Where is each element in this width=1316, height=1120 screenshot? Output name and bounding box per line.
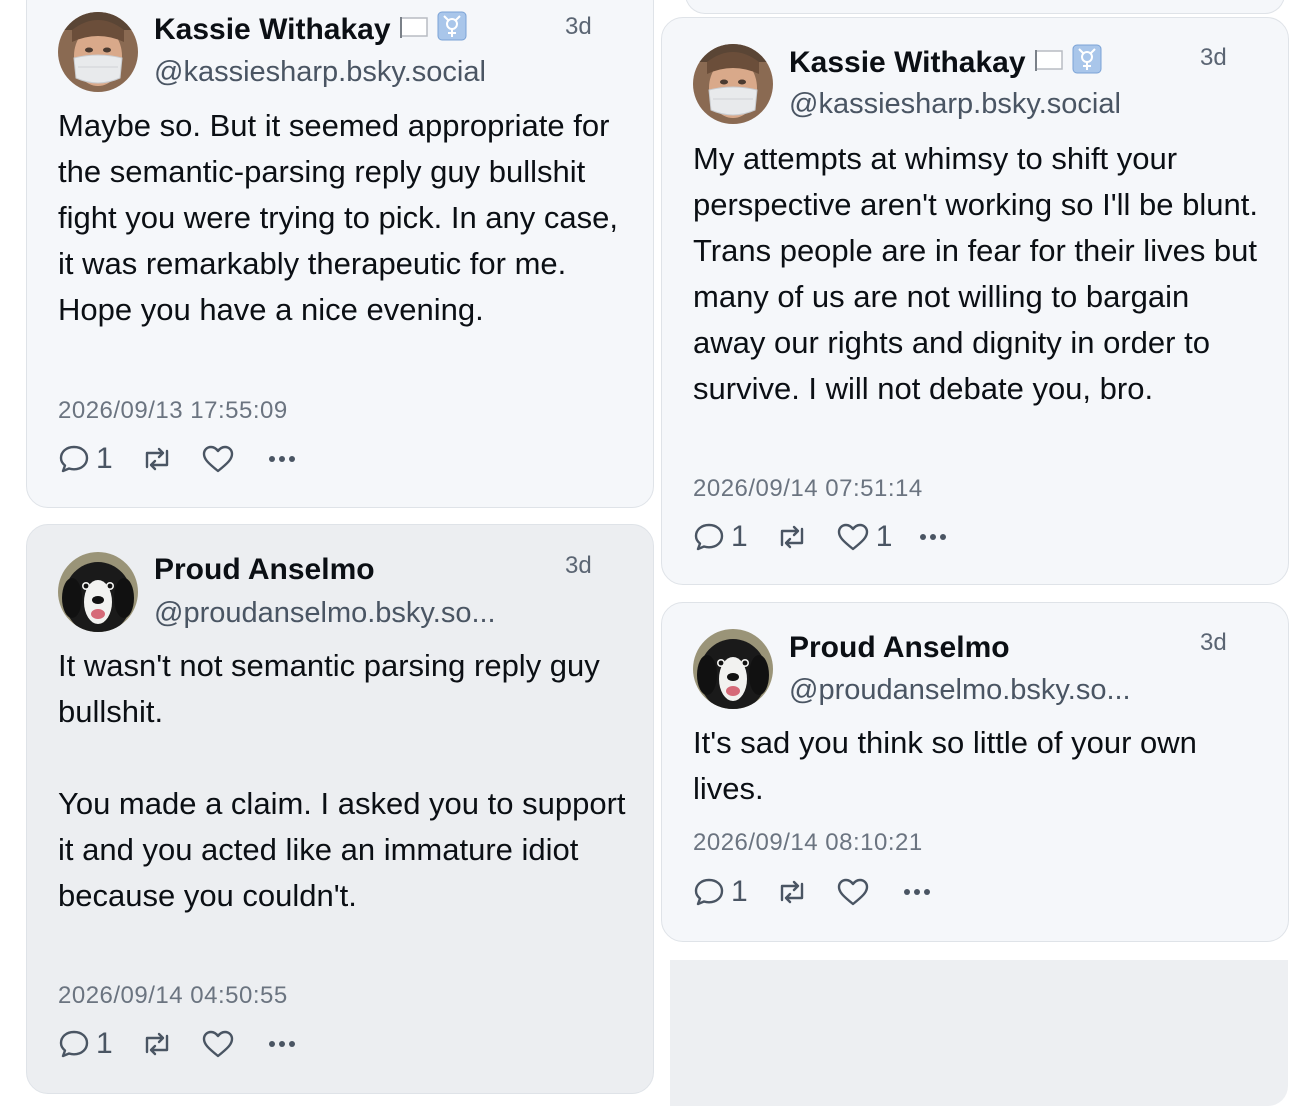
empty-placeholder-area (670, 960, 1288, 1106)
reply-button[interactable]: 1 (58, 1027, 113, 1061)
more-options-button[interactable] (267, 1039, 297, 1049)
speech-bubble-icon (59, 445, 89, 473)
post-age[interactable]: 3d (565, 552, 592, 580)
repost-arrows-icon (145, 1032, 168, 1056)
repost-arrows-icon (780, 525, 803, 549)
post-actions: 1 1 (693, 517, 974, 557)
post-text: It wasn't not semantic parsing reply guy… (58, 648, 626, 913)
post-actions: 1 (693, 872, 958, 912)
reply-button[interactable]: 1 (58, 442, 113, 476)
avatar[interactable] (693, 44, 773, 124)
post-card[interactable]: Proud Anselmo @proudanselmo.bsky.so... 3… (661, 602, 1289, 942)
reply-count: 1 (731, 875, 748, 908)
repost-button[interactable] (139, 445, 175, 473)
masked-person-avatar-icon (693, 44, 773, 124)
reply-count: 1 (96, 442, 113, 475)
post-actions: 1 (58, 1024, 323, 1064)
heart-icon (202, 445, 233, 473)
author-name-row[interactable]: Kassie Withakay (154, 11, 467, 49)
repost-button[interactable] (139, 1030, 175, 1058)
post-timestamp: 2026/09/13 17:55:09 (58, 397, 288, 424)
author-name[interactable]: Proud Anselmo (789, 631, 1010, 665)
more-options-button[interactable] (902, 887, 932, 897)
post-text: My attempts at whimsy to shift your pers… (693, 141, 1267, 406)
white-flag-icon (399, 13, 429, 47)
ellipsis-icon (903, 889, 930, 895)
like-button[interactable] (201, 1029, 241, 1059)
reply-count: 1 (731, 520, 748, 553)
author-name[interactable]: Kassie Withakay (789, 46, 1026, 80)
post-age[interactable]: 3d (565, 13, 592, 41)
reply-button[interactable]: 1 (693, 520, 748, 554)
post-timestamp: 2026/09/14 08:10:21 (693, 829, 923, 856)
author-handle[interactable]: @proudanselmo.bsky.so... (154, 597, 496, 630)
author-name-row[interactable]: Proud Anselmo (154, 553, 375, 587)
reply-button[interactable]: 1 (693, 875, 748, 909)
masked-person-avatar-icon (58, 12, 138, 92)
heart-icon (202, 1030, 233, 1058)
post-timestamp: 2026/09/14 04:50:55 (58, 982, 288, 1009)
repost-button[interactable] (774, 878, 810, 906)
author-handle[interactable]: @proudanselmo.bsky.so... (789, 674, 1131, 707)
transgender-symbol-icon (1072, 44, 1102, 82)
author-name[interactable]: Kassie Withakay (154, 13, 391, 47)
avatar[interactable] (693, 629, 773, 709)
author-name[interactable]: Proud Anselmo (154, 553, 375, 587)
avatar[interactable] (58, 552, 138, 632)
author-handle[interactable]: @kassiesharp.bsky.social (789, 88, 1121, 121)
dog-avatar-icon (693, 629, 773, 709)
author-handle[interactable]: @kassiesharp.bsky.social (154, 56, 486, 89)
repost-button[interactable] (774, 523, 810, 551)
like-button[interactable] (836, 877, 876, 907)
like-button[interactable] (201, 444, 241, 474)
author-name-row[interactable]: Kassie Withakay (789, 44, 1102, 82)
post-timestamp: 2026/09/14 07:51:14 (693, 475, 923, 502)
post-text: Maybe so. But it seemed appropriate for … (58, 108, 627, 327)
heart-icon (837, 878, 868, 906)
repost-arrows-icon (145, 447, 168, 471)
avatar[interactable] (58, 12, 138, 92)
post-actions: 1 (58, 439, 323, 479)
like-button[interactable]: 1 (836, 520, 893, 554)
ellipsis-icon (268, 1041, 295, 1047)
reply-count: 1 (96, 1027, 113, 1060)
transgender-symbol-icon (437, 11, 467, 49)
post-age[interactable]: 3d (1200, 629, 1227, 657)
post-text: It's sad you think so little of your own… (693, 725, 1206, 806)
white-flag-icon (1034, 46, 1064, 80)
ellipsis-icon (268, 456, 295, 462)
repost-arrows-icon (780, 880, 803, 904)
author-name-row[interactable]: Proud Anselmo (789, 631, 1010, 665)
post-board: Kassie Withakay @kassiesharp.bsky.social… (0, 0, 1316, 1120)
speech-bubble-icon (694, 523, 724, 551)
ellipsis-icon (920, 534, 947, 540)
heart-icon (837, 523, 868, 551)
dog-avatar-icon (58, 552, 138, 632)
post-card[interactable]: Kassie Withakay @kassiesharp.bsky.social… (26, 0, 654, 508)
more-options-button[interactable] (267, 454, 297, 464)
speech-bubble-icon (694, 878, 724, 906)
post-card[interactable]: Kassie Withakay @kassiesharp.bsky.social… (661, 17, 1289, 585)
like-count: 1 (875, 520, 893, 553)
previous-post-edge (685, 0, 1285, 14)
more-options-button[interactable] (918, 532, 948, 542)
post-card[interactable]: Proud Anselmo @proudanselmo.bsky.so... 3… (26, 524, 654, 1094)
post-age[interactable]: 3d (1200, 44, 1227, 72)
speech-bubble-icon (59, 1030, 89, 1058)
